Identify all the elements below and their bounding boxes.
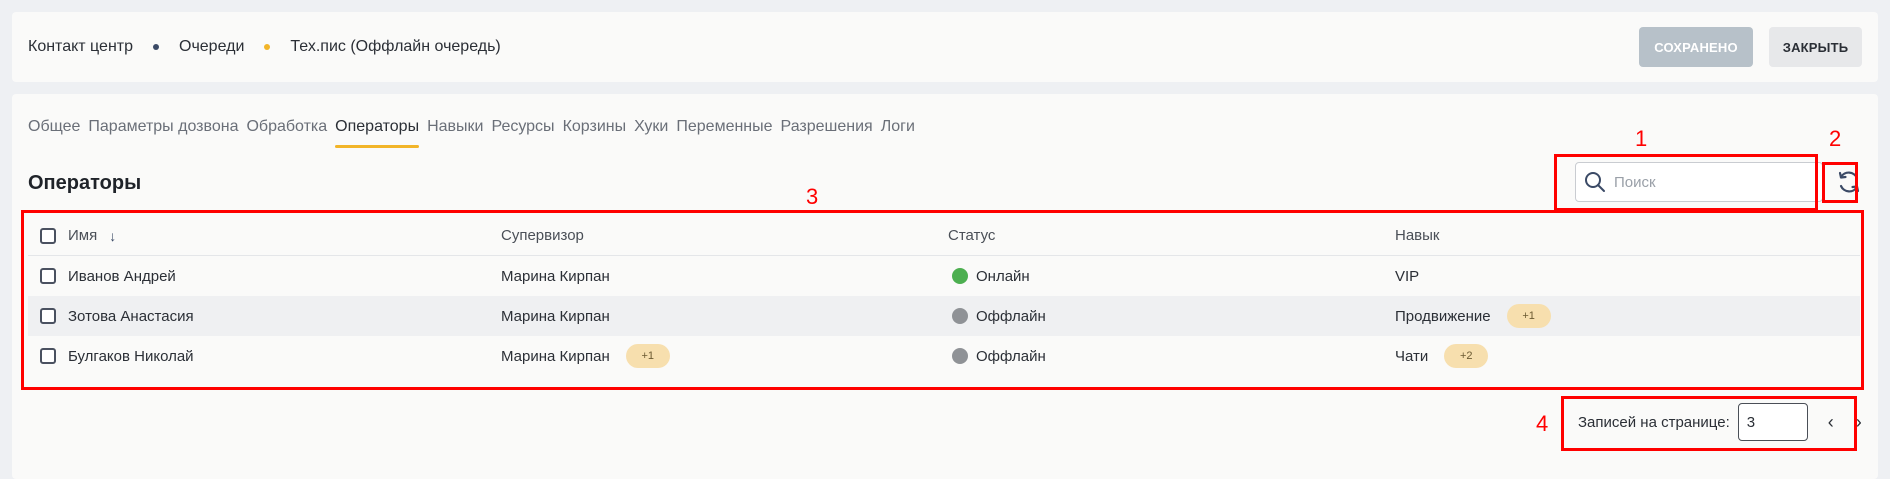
tab-skills[interactable]: Навыки bbox=[427, 118, 483, 148]
annotation-box-refresh bbox=[1822, 162, 1858, 203]
breadcrumb-item-queues[interactable]: Очереди bbox=[179, 38, 244, 56]
breadcrumb-item-contact-center[interactable]: Контакт центр bbox=[28, 38, 133, 56]
breadcrumb-item-current-queue: Тех.пис (Оффлайн очередь) bbox=[290, 38, 501, 55]
annotation-number: 1 bbox=[1635, 126, 1648, 151]
breadcrumb: Контакт центр Очереди Тех.пис (Оффлайн о… bbox=[28, 12, 501, 82]
annotation-number: 2 bbox=[1829, 126, 1842, 151]
tab-bar: Общее Параметры дозвона Обработка Операт… bbox=[28, 118, 923, 148]
annotation-box-table bbox=[21, 210, 1864, 390]
header-card: Контакт центр Очереди Тех.пис (Оффлайн о… bbox=[12, 12, 1878, 82]
tab-permissions[interactable]: Разрешения bbox=[781, 118, 873, 148]
breadcrumb-separator-dot bbox=[153, 44, 159, 50]
tab-hooks[interactable]: Хуки bbox=[634, 118, 668, 148]
tab-logs[interactable]: Логи bbox=[881, 118, 915, 148]
tab-resources[interactable]: Ресурсы bbox=[491, 118, 554, 148]
page-title: Операторы bbox=[28, 172, 142, 194]
tab-general[interactable]: Общее bbox=[28, 118, 80, 148]
tab-baskets[interactable]: Корзины bbox=[563, 118, 627, 148]
annotation-number: 4 bbox=[1536, 411, 1549, 436]
close-button[interactable]: ЗАКРЫТЬ bbox=[1769, 27, 1862, 67]
tab-processing[interactable]: Обработка bbox=[246, 118, 327, 148]
tab-variables[interactable]: Переменные bbox=[676, 118, 772, 148]
breadcrumb-separator-dot bbox=[264, 44, 271, 50]
header-actions: СОХРАНЕНО ЗАКРЫТЬ bbox=[1639, 27, 1862, 67]
tab-operators[interactable]: Операторы bbox=[335, 118, 419, 148]
saved-button[interactable]: СОХРАНЕНО bbox=[1639, 27, 1753, 67]
annotation-box-search bbox=[1554, 154, 1818, 211]
tab-dial-params[interactable]: Параметры дозвона bbox=[88, 118, 238, 148]
annotation-number: 3 bbox=[806, 184, 819, 209]
annotation-box-pagination bbox=[1561, 396, 1857, 451]
